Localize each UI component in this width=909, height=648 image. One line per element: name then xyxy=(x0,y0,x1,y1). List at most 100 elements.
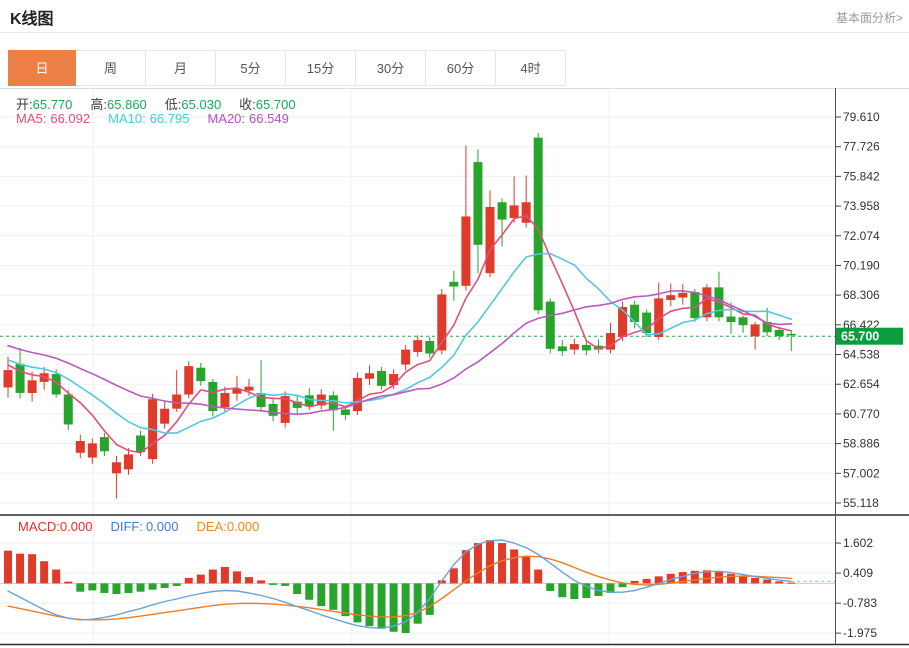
candle-body-down xyxy=(377,371,386,386)
macd-hist-bar-down xyxy=(88,583,96,590)
candle-body-up xyxy=(220,393,229,407)
candle-body-down xyxy=(498,202,507,219)
header-divider xyxy=(0,32,909,33)
macd-hist-bar-down xyxy=(137,583,145,591)
macd-hist-bar-down xyxy=(173,583,181,586)
candle-body-up xyxy=(461,216,470,285)
price-tick-label: 70.190 xyxy=(843,258,880,272)
candle-body-up xyxy=(678,293,687,298)
macd-hist-bar-down xyxy=(281,583,289,586)
macd-hist-bar-up xyxy=(197,575,205,584)
tab-60min[interactable]: 60分 xyxy=(426,50,496,86)
macd-hist-bar-down xyxy=(100,583,108,593)
tab-week[interactable]: 周 xyxy=(76,50,146,86)
macd-hist-bar-down xyxy=(125,583,133,593)
macd-tick-label: 1.602 xyxy=(843,536,873,550)
candle-body-down xyxy=(727,317,736,323)
macd-hist-bar-up xyxy=(787,583,795,584)
tab-30min[interactable]: 30分 xyxy=(356,50,426,86)
tab-day[interactable]: 日 xyxy=(8,50,76,86)
price-tick-label: 55.118 xyxy=(843,496,879,510)
candle-body-up xyxy=(88,443,97,457)
macd-hist-bar-down xyxy=(317,583,325,606)
macd-hist-bar-down xyxy=(619,583,627,587)
candle-body-down xyxy=(16,364,25,393)
macd-hist-bar-down xyxy=(269,583,277,585)
macd-hist-bar-down xyxy=(341,583,349,616)
candle-body-down xyxy=(269,404,278,416)
fundamental-analysis-link[interactable]: 基本面分析> xyxy=(836,9,903,26)
macd-tick-label: -1.975 xyxy=(843,626,877,640)
high-label: 高: xyxy=(90,97,107,112)
macd-tick-label: 0.409 xyxy=(843,566,873,580)
page-title: K线图 xyxy=(10,5,54,29)
macd-hist-bar-up xyxy=(631,581,639,584)
macd-hist-bar-down xyxy=(402,583,410,633)
kline-panel: K线图 基本面分析> 日周月5分15分30分60分4时 开:65.770高:65… xyxy=(0,0,909,648)
candle-body-down xyxy=(582,345,591,351)
macd-hist-bar-down xyxy=(353,583,361,622)
tab-5min[interactable]: 5分 xyxy=(216,50,286,86)
macd-hist-bar-up xyxy=(185,578,193,584)
candle-body-down xyxy=(787,334,796,336)
ma20-value: 66.549 xyxy=(249,111,289,126)
price-tick-label: 57.002 xyxy=(843,466,880,480)
macd-hist-bar-up xyxy=(510,549,518,583)
candle-body-down xyxy=(100,437,109,451)
ma10-line xyxy=(8,254,791,434)
candle-body-up xyxy=(245,387,254,391)
macd-header-row: MACD:0.000DIFF:0.000DEA:0.000 xyxy=(18,519,259,534)
price-tick-label: 75.842 xyxy=(843,169,880,183)
macd-hist-bar-up xyxy=(64,582,72,584)
macd-hist-bar-up xyxy=(245,577,253,583)
candle-body-up xyxy=(4,370,13,387)
macd-hist-bar-up xyxy=(450,568,458,583)
candle-body-down xyxy=(449,282,458,287)
macd-label: MACD: xyxy=(18,519,60,534)
candle-body-up xyxy=(618,307,627,337)
candle-body-down xyxy=(305,395,314,406)
macd-hist-bar-up xyxy=(643,579,651,584)
macd-hist-bar-up xyxy=(209,570,217,584)
close-value: 65.700 xyxy=(256,97,296,112)
candle-body-up xyxy=(124,454,133,469)
macd-hist-bar-up xyxy=(486,540,494,583)
tab-month[interactable]: 月 xyxy=(146,50,216,86)
candle-body-up xyxy=(172,395,181,409)
ma10-label: MA10: xyxy=(108,111,146,126)
candle-body-up xyxy=(570,344,579,350)
macd-hist-bar-down xyxy=(558,583,566,597)
candle-body-up xyxy=(486,207,495,273)
macd-value: 0.000 xyxy=(60,519,93,534)
ma10-value: 66.795 xyxy=(150,111,190,126)
candle-body-down xyxy=(64,395,73,425)
price-tick-label: 58.886 xyxy=(843,437,880,451)
candle-body-up xyxy=(353,378,362,411)
macd-hist-bar-down xyxy=(293,583,301,594)
ma20-line xyxy=(8,291,791,414)
candle-body-down xyxy=(341,409,350,415)
ma-row: MA5:66.092MA10:66.795MA20:66.549 xyxy=(16,111,289,126)
high-value: 65.860 xyxy=(107,97,147,112)
interval-tabbar: 日周月5分15分30分60分4时 xyxy=(8,50,566,88)
macd-hist-bar-up xyxy=(739,576,747,584)
macd-hist-bar-up xyxy=(16,554,24,584)
tab-15min[interactable]: 15分 xyxy=(286,50,356,86)
macd-hist-bar-up xyxy=(221,567,229,583)
macd-hist-bar-down xyxy=(161,583,169,588)
macd-hist-bar-up xyxy=(233,571,241,583)
macd-hist-bar-down xyxy=(414,583,422,623)
macd-hist-bar-up xyxy=(498,543,506,583)
candle-body-down xyxy=(534,138,543,311)
macd-hist-bar-down xyxy=(546,583,554,591)
candle-body-up xyxy=(510,205,519,218)
macd-hist-bar-down xyxy=(76,583,84,591)
macd-hist-bar-up xyxy=(775,581,783,583)
macd-hist-bar-down xyxy=(305,583,313,599)
candle-body-up xyxy=(184,366,193,394)
tab-4hour[interactable]: 4时 xyxy=(496,50,566,86)
price-tick-label: 68.306 xyxy=(843,288,880,302)
diff-value: 0.000 xyxy=(146,519,179,534)
macd-hist-bar-up xyxy=(763,580,771,584)
price-tick-label: 64.538 xyxy=(843,348,880,362)
